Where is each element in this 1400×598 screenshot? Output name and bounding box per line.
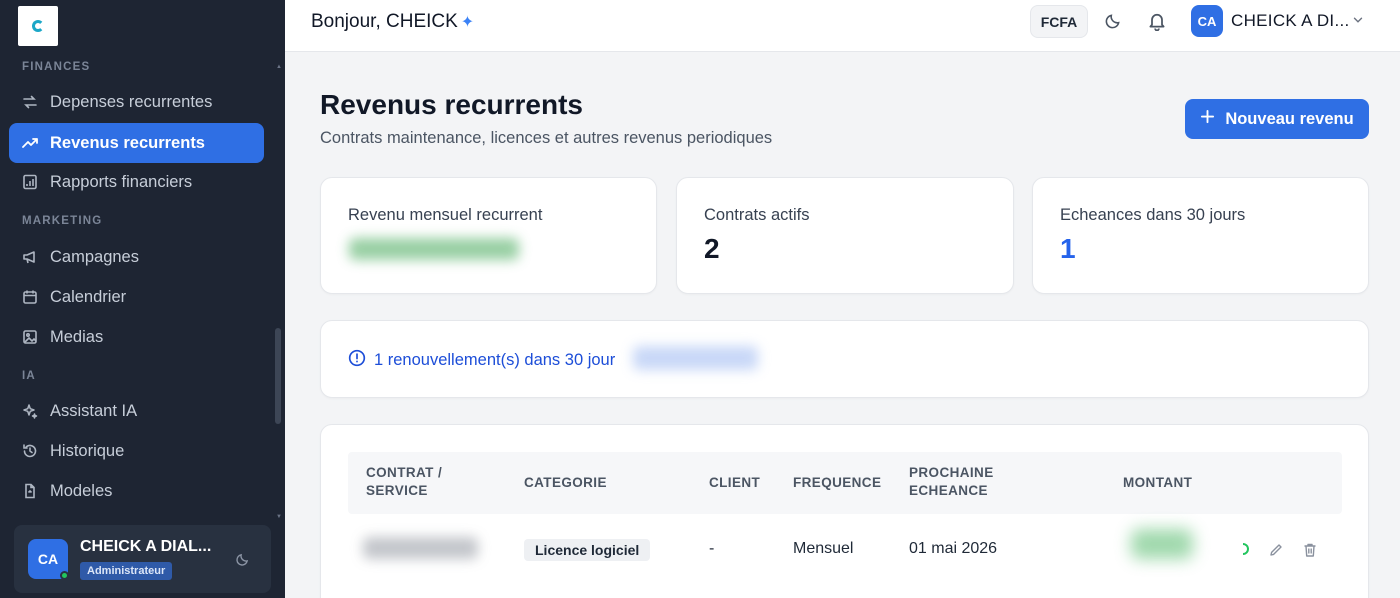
sidebar-scrollbar[interactable]: [275, 328, 281, 424]
sidebar-item-modeles[interactable]: Modeles: [9, 471, 264, 511]
user-role-badge: Administrateur: [80, 562, 173, 580]
category-badge: Licence logiciel: [524, 539, 651, 561]
sparkles-icon: [22, 403, 38, 419]
sidebar-item-revenus[interactable]: Revenus recurrents: [9, 123, 264, 163]
sidebar-item-label: Depenses recurrentes: [50, 92, 213, 111]
sidebar-item-rapports[interactable]: Rapports financiers: [9, 162, 264, 202]
logo-mark-icon: [32, 20, 44, 32]
image-icon: [22, 329, 38, 345]
sidebar-item-calendrier[interactable]: Calendrier: [9, 277, 264, 317]
col-next-due-line1: PROCHAINE: [909, 465, 994, 480]
repeat-icon: [22, 94, 38, 110]
bell-icon[interactable]: [1147, 11, 1167, 31]
renewal-alert-text: 1 renouvellement(s) dans 30 jour: [348, 349, 615, 372]
col-next-due-line2: ECHEANCE: [909, 483, 988, 498]
col-contract[interactable]: CONTRAT / SERVICE: [366, 464, 442, 500]
stat-label: Echeances dans 30 jours: [1060, 206, 1246, 224]
sidebar-item-depenses[interactable]: Depenses recurrentes: [9, 82, 264, 122]
stat-value: 1: [1060, 233, 1076, 264]
trending-up-icon: [22, 135, 38, 151]
sidebar-item-assistant[interactable]: Assistant IA: [9, 391, 264, 431]
col-next-due[interactable]: PROCHAINE ECHEANCE: [909, 464, 994, 500]
col-category[interactable]: CATEGORIE: [524, 474, 607, 492]
megaphone-icon: [22, 249, 38, 265]
renewal-alert: 1 renouvellement(s) dans 30 jour: [320, 320, 1369, 398]
stat-card-mrr: Revenu mensuel recurrent: [320, 177, 657, 294]
col-contract-line1: CONTRAT /: [366, 465, 443, 480]
online-status-dot: [60, 571, 69, 580]
section-title-ia: IA: [22, 370, 36, 382]
status-icon[interactable]: [1243, 543, 1249, 555]
redacted-value: [349, 238, 519, 260]
cell-client: -: [709, 540, 715, 557]
sidebar-item-label: Rapports financiers: [50, 172, 193, 191]
table-header: CONTRAT / SERVICE CATEGORIE CLIENT FREQU…: [348, 452, 1342, 514]
user-name: CHEICK A DIAL...: [80, 538, 212, 555]
info-icon: [348, 349, 366, 372]
stat-card-contracts: Contrats actifs 2: [676, 177, 1014, 294]
sidebar-item-medias[interactable]: Medias: [9, 317, 264, 357]
stat-value: 2: [704, 233, 720, 264]
redacted-contract: [363, 537, 478, 559]
sidebar: ▲ FINANCES Depenses recurrentes Revenus …: [0, 0, 285, 598]
history-icon: [22, 443, 38, 459]
cell-frequency: Mensuel: [793, 540, 854, 557]
chevron-down-icon[interactable]: [1351, 13, 1365, 32]
new-revenue-label: Nouveau revenu: [1225, 109, 1354, 128]
sidebar-item-campagnes[interactable]: Campagnes: [9, 237, 264, 277]
sidebar-item-label: Campagnes: [50, 247, 139, 266]
sparkle-icon: ✦: [460, 14, 475, 31]
section-title-finances: FINANCES: [22, 61, 91, 73]
sidebar-item-label: Modeles: [50, 481, 113, 500]
sidebar-item-historique[interactable]: Historique: [9, 431, 264, 471]
cell-next-due: 01 mai 2026: [909, 540, 998, 557]
edit-icon[interactable]: [1268, 542, 1284, 563]
trash-icon[interactable]: [1302, 542, 1318, 563]
new-revenue-button[interactable]: Nouveau revenu: [1185, 99, 1369, 139]
scroll-down-icon[interactable]: ▼: [276, 514, 282, 520]
stat-label: Contrats actifs: [704, 206, 810, 224]
sidebar-item-label: Historique: [50, 441, 125, 460]
col-client[interactable]: CLIENT: [709, 474, 760, 492]
avatar[interactable]: CA: [1191, 5, 1223, 37]
section-title-marketing: MARKETING: [22, 215, 103, 227]
greeting-text: Bonjour, CHEICK: [311, 11, 458, 32]
sidebar-item-label: Calendrier: [50, 287, 127, 306]
col-contract-line2: SERVICE: [366, 483, 428, 498]
report-icon: [22, 174, 38, 190]
page-subtitle: Contrats maintenance, licences et autres…: [320, 129, 773, 147]
app-logo[interactable]: [18, 6, 58, 46]
stat-card-due: Echeances dans 30 jours 1: [1032, 177, 1369, 294]
sidebar-item-label: Assistant IA: [50, 401, 138, 420]
sidebar-user-card[interactable]: CA CHEICK A DIAL... Administrateur: [14, 525, 271, 593]
scroll-up-icon[interactable]: ▲: [276, 64, 282, 70]
plus-icon: [1200, 109, 1215, 129]
topbar: Bonjour, CHEICK ✦ FCFA CA CHEICK A DI...: [285, 0, 1400, 52]
redacted-amount: [1131, 529, 1193, 559]
sidebar-item-label: Revenus recurrents: [50, 133, 205, 152]
page-title: Revenus recurrents: [320, 89, 584, 120]
col-frequency[interactable]: FREQUENCE: [793, 474, 881, 492]
alert-message: 1 renouvellement(s) dans 30 jour: [374, 351, 616, 369]
calendar-icon: [22, 289, 38, 305]
currency-button[interactable]: FCFA: [1030, 5, 1088, 38]
stat-label: Revenu mensuel recurrent: [348, 206, 543, 224]
user-menu-name[interactable]: CHEICK A DI...: [1231, 11, 1350, 31]
revenue-table: CONTRAT / SERVICE CATEGORIE CLIENT FREQU…: [320, 424, 1369, 598]
sidebar-item-label: Medias: [50, 327, 104, 346]
greeting: Bonjour, CHEICK ✦: [311, 11, 474, 33]
moon-icon[interactable]: [1103, 11, 1123, 31]
col-amount[interactable]: MONTANT: [1123, 474, 1192, 492]
template-icon: [22, 483, 38, 499]
moon-icon[interactable]: [235, 552, 250, 572]
redacted-amount: [633, 346, 758, 370]
